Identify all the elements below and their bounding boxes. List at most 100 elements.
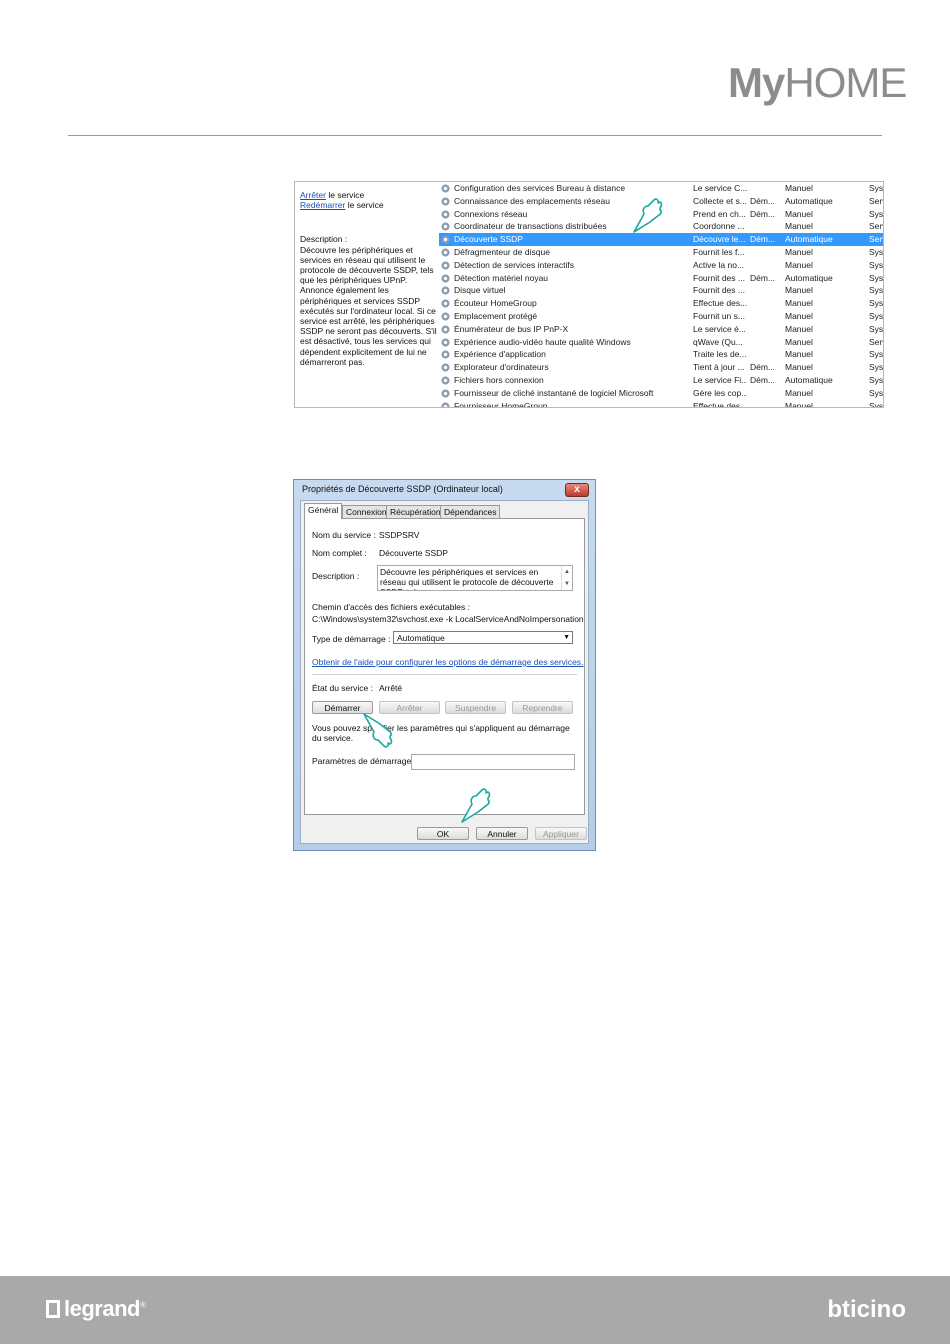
table-row[interactable]: Fournisseur de cliché instantané de logi… [439, 387, 883, 400]
service-desc-cell: qWave (Qu... [693, 336, 743, 347]
service-type-cell: Manuel [785, 221, 813, 232]
display-name-label: Nom complet : [312, 548, 367, 558]
ok-button[interactable]: OK [417, 827, 469, 840]
gear-icon [441, 350, 450, 360]
service-desc-cell: Collecte et s... [693, 195, 747, 206]
service-type-cell: Automatique [785, 272, 833, 283]
status-label: État du service : [312, 683, 373, 693]
service-logon-cell: Syst [869, 183, 884, 193]
status-value: Arrêté [379, 683, 403, 693]
service-desc-cell: Le service C... [693, 183, 747, 193]
service-logon-cell: Syst [869, 374, 884, 385]
gear-icon [441, 388, 450, 398]
service-logon-cell: Syst [869, 272, 884, 283]
service-desc-cell: Découvre le... [693, 234, 746, 245]
startup-type-value: Automatique [397, 633, 445, 643]
chevron-down-icon: ▼ [563, 634, 570, 641]
service-desc-cell: Le service é... [693, 323, 746, 334]
resume-button[interactable]: Reprendre [512, 701, 573, 714]
brand-my: My [728, 59, 785, 106]
tab-recuperation[interactable]: Récupération [386, 505, 445, 518]
service-desc-cell: Fournit les f... [693, 246, 745, 257]
tab-general[interactable]: Général [304, 503, 343, 519]
service-state-cell: Dém... [750, 362, 776, 373]
service-name-cell: Détection matériel noyau [454, 272, 549, 283]
service-name-cell: Disque virtuel [454, 285, 506, 296]
services-window: Arrêter le service Redémarrer le service… [294, 181, 884, 408]
service-type-cell: Manuel [785, 336, 813, 347]
gear-icon [441, 247, 450, 257]
table-row[interactable]: Fournisseur HomeGroup Effectue des... Manu… [439, 400, 883, 407]
table-row[interactable]: Expérience audio-vidéo haute qualité Win… [439, 336, 883, 349]
gear-icon [441, 209, 450, 219]
pause-button[interactable]: Suspendre [445, 701, 506, 714]
service-logon-cell: Syst [869, 285, 884, 296]
gear-icon [441, 299, 450, 309]
service-logon-cell: Syst [869, 259, 884, 270]
tab-dependances[interactable]: Dépendances [440, 505, 501, 518]
gear-icon [441, 260, 450, 270]
service-desc-cell: Tient à jour ... [693, 362, 745, 373]
service-state-cell: Dém... [750, 208, 776, 219]
service-logon-cell: Serv [869, 234, 883, 245]
restart-service-link[interactable]: Redémarrer [300, 200, 345, 210]
apply-button[interactable]: Appliquer [535, 827, 587, 840]
service-desc-cell: Effectue des... [693, 298, 747, 309]
service-type-cell: Manuel [785, 208, 813, 219]
bticino-logo: bticino [827, 1296, 906, 1323]
service-type-cell: Automatique [785, 374, 833, 385]
service-name-cell: Explorateur d'ordinateurs [454, 362, 549, 373]
service-name-cell: Découverte SSDP [454, 234, 523, 245]
service-desc-cell: Active la no... [693, 259, 745, 270]
service-detail-pane: Arrêter le service Redémarrer le service… [300, 190, 442, 367]
service-name-cell: Expérience d'application [454, 349, 546, 360]
table-row[interactable]: Découverte SSDP Découvre le... Dém... Autom… [439, 233, 883, 246]
table-row[interactable]: Emplacement protégé Fournit un s... Manuel… [439, 310, 883, 323]
header-divider [68, 135, 882, 136]
display-name-value: Découverte SSDP [379, 548, 448, 558]
description-field[interactable]: Découvre les périphériques et services e… [377, 565, 573, 591]
brand-home: HOME [784, 59, 907, 106]
service-name-label: Nom du service : [312, 530, 376, 540]
table-row[interactable]: Explorateur d'ordinateurs Tient à jour ..… [439, 361, 883, 374]
table-row[interactable]: Disque virtuel Fournit des ... Manuel Syst [439, 284, 883, 297]
path-label: Chemin d'accès des fichiers exécutables … [312, 602, 471, 612]
service-name-cell: Détection de services interactifs [454, 259, 574, 270]
path-value: C:\Windows\system32\svchost.exe -k Local… [312, 614, 584, 624]
close-icon[interactable]: x [565, 483, 589, 497]
service-name-value: SSDPSRV [379, 530, 420, 540]
table-row[interactable]: Détection de services interactifs Active … [439, 259, 883, 272]
table-row[interactable]: Défragmenteur de disque Fournit les f... M… [439, 246, 883, 259]
table-row[interactable]: Expérience d'application Traite les de...… [439, 348, 883, 361]
startup-hint: Vous pouvez spécifier les paramètres qui… [312, 723, 570, 743]
service-type-cell: Manuel [785, 387, 813, 398]
service-type-cell: Manuel [785, 323, 813, 334]
service-name-cell: Écouteur HomeGroup [454, 298, 537, 309]
table-row[interactable]: Écouteur HomeGroup Effectue des... Manuel S… [439, 297, 883, 310]
service-logon-cell: Syst [869, 298, 884, 309]
table-row[interactable]: Détection matériel noyau Fournit des ... D… [439, 272, 883, 285]
service-desc-cell: Le service Fi... [693, 374, 747, 385]
tab-connexion[interactable]: Connexion [342, 505, 391, 518]
description-label: Description : [312, 571, 360, 581]
cancel-button[interactable]: Annuler [476, 827, 528, 840]
service-name-cell: Défragmenteur de disque [454, 246, 550, 257]
stop-service-link[interactable]: Arrêter [300, 190, 326, 200]
gear-icon [441, 222, 450, 232]
help-link[interactable]: Obtenir de l'aide pour configurer les op… [312, 657, 583, 667]
scrollbar[interactable]: ▲ ▼ [561, 566, 572, 590]
service-name-cell: Énumérateur de bus IP PnP-X [454, 323, 569, 334]
gear-icon [441, 375, 450, 385]
service-logon-cell: Syst [869, 387, 884, 398]
startup-type-select[interactable]: Automatique ▼ [393, 631, 573, 644]
myhome-logo: MyHOME [728, 59, 907, 106]
service-state-cell: Dém... [750, 374, 776, 385]
startup-params-input[interactable] [411, 754, 575, 770]
legrand-mark-icon [46, 1300, 60, 1318]
table-row[interactable]: Énumérateur de bus IP PnP-X Le service é.… [439, 323, 883, 336]
hand-pointer-icon [630, 192, 664, 234]
service-desc-cell: Fournit un s... [693, 310, 745, 321]
table-row[interactable]: Fichiers hors connexion Le service Fi... D… [439, 374, 883, 387]
service-type-cell: Automatique [785, 234, 833, 245]
service-desc-cell: Traite les de... [693, 349, 747, 360]
